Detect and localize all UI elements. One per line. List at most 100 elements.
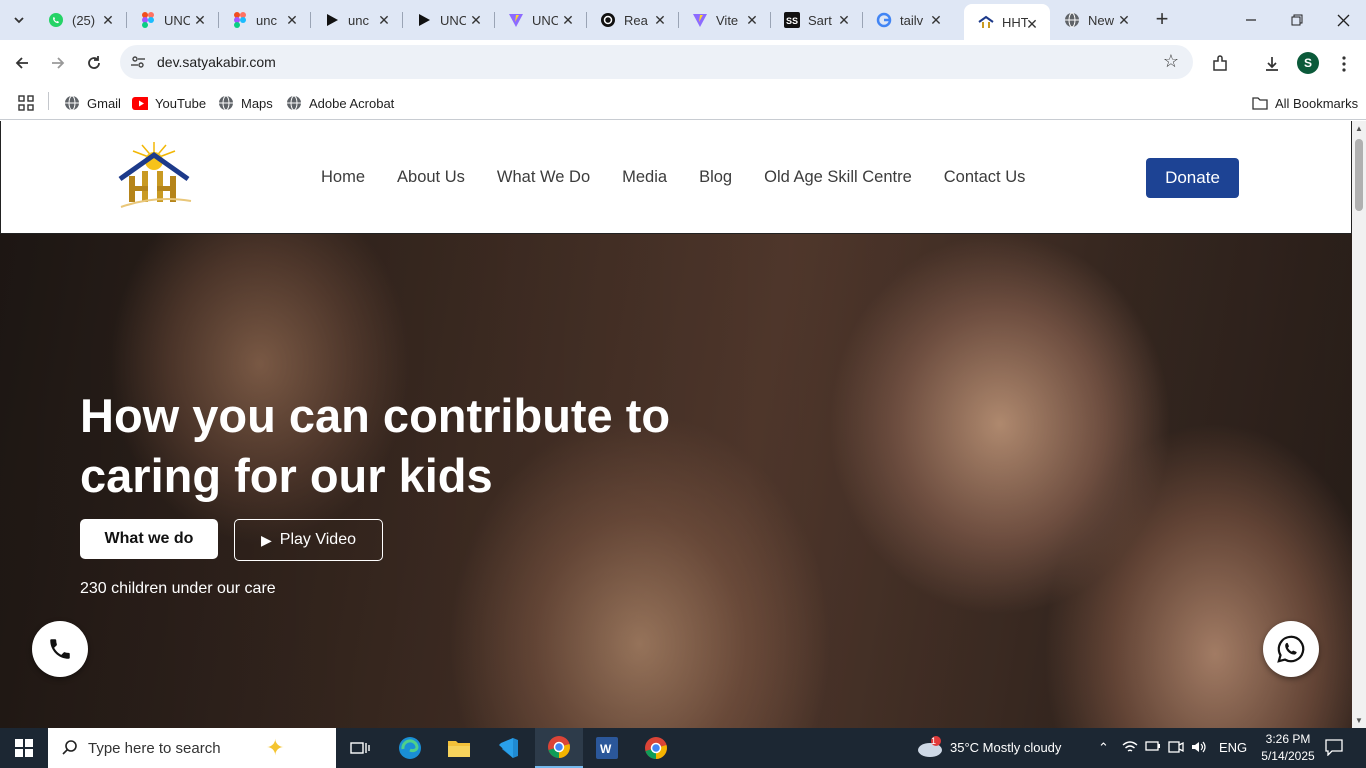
taskbar-file-explorer[interactable] xyxy=(435,728,483,768)
nav-contact-us[interactable]: Contact Us xyxy=(944,168,1026,187)
minimize-button[interactable] xyxy=(1228,0,1274,40)
windows-logo-icon xyxy=(15,739,33,757)
bookmark-label: Adobe Acrobat xyxy=(309,95,395,111)
extensions-icon[interactable] xyxy=(1208,52,1232,76)
battery-icon[interactable] xyxy=(1145,740,1161,755)
chrome-icon xyxy=(548,736,570,758)
all-bookmarks-button[interactable]: All Bookmarks xyxy=(1252,92,1358,114)
tab-close-icon[interactable]: ✕ xyxy=(192,12,208,28)
bookmark-item[interactable]: Adobe Acrobat xyxy=(286,92,394,114)
back-button[interactable] xyxy=(8,50,36,76)
notifications-icon[interactable] xyxy=(1325,738,1343,759)
reload-icon xyxy=(88,56,100,69)
reload-button[interactable] xyxy=(80,50,108,76)
bookmark-item[interactable]: Gmail xyxy=(64,92,121,114)
what-we-do-button[interactable]: What we do xyxy=(80,519,218,559)
download-icon[interactable] xyxy=(1260,52,1284,76)
taskbar-chrome-active[interactable] xyxy=(535,728,583,768)
browser-tab[interactable]: New ✕ xyxy=(1050,0,1142,40)
tab-strip: (25) ✕ UNC ✕ unc ✕ unc ✕ UNC ✕ UNC ✕ Rea ✕ Vite ✕ SS Sart… xyxy=(0,0,1366,40)
tab-close-icon[interactable]: ✕ xyxy=(560,12,576,28)
browser-tab[interactable]: unc ✕ xyxy=(218,0,310,40)
play-video-button[interactable]: ▶ Play Video xyxy=(234,519,383,561)
tab-close-icon[interactable]: ✕ xyxy=(652,12,668,28)
tab-search-button[interactable] xyxy=(6,8,32,32)
address-bar[interactable]: dev.satyakabir.com ☆ xyxy=(120,45,1193,79)
svg-text:SS: SS xyxy=(786,16,798,26)
restore-button[interactable] xyxy=(1274,0,1320,40)
tab-close-icon[interactable]: ✕ xyxy=(284,12,300,28)
globe-icon xyxy=(64,95,80,111)
chevron-down-icon xyxy=(14,17,24,24)
bookmark-star-icon[interactable]: ☆ xyxy=(1163,51,1179,72)
scroll-up-icon[interactable]: ▲ xyxy=(1355,124,1363,133)
menu-kebab-icon[interactable] xyxy=(1332,52,1356,76)
scroll-down-icon[interactable]: ▼ xyxy=(1355,716,1363,725)
volume-icon[interactable] xyxy=(1191,740,1207,757)
browser-tab[interactable]: UNC ✕ xyxy=(126,0,218,40)
forward-button[interactable] xyxy=(44,50,72,76)
tab-close-icon[interactable]: ✕ xyxy=(744,12,760,28)
taskbar-search[interactable]: Type here to search ✦ xyxy=(48,728,336,768)
bookmark-item[interactable]: Maps xyxy=(218,92,273,114)
nav-home[interactable]: Home xyxy=(321,168,365,187)
close-window-button[interactable] xyxy=(1320,0,1366,40)
tab-close-icon[interactable]: ✕ xyxy=(836,12,852,28)
tray-chevron-up-icon[interactable]: ⌃ xyxy=(1098,740,1109,756)
tab-close-icon[interactable]: ✕ xyxy=(100,12,116,28)
browser-tab[interactable]: UNC ✕ xyxy=(494,0,586,40)
nav-what-we-do[interactable]: What We Do xyxy=(497,168,590,187)
new-tab-button[interactable]: + xyxy=(1150,8,1174,32)
tab-close-icon[interactable]: ✕ xyxy=(1116,12,1132,28)
tab-title: Vite xyxy=(716,12,739,28)
taskbar-word[interactable]: W xyxy=(583,728,631,768)
tab-title: UNC xyxy=(532,12,558,28)
nav-media[interactable]: Media xyxy=(622,168,667,187)
nav-about-us[interactable]: About Us xyxy=(397,168,465,187)
taskbar-chrome-2[interactable] xyxy=(632,728,680,768)
tab-close-icon[interactable]: ✕ xyxy=(928,12,944,28)
language-indicator[interactable]: ENG xyxy=(1219,740,1247,755)
profile-avatar[interactable]: S xyxy=(1297,52,1319,74)
taskbar-vscode[interactable] xyxy=(484,728,532,768)
browser-tab[interactable]: HHT ✕ xyxy=(964,4,1050,40)
site-info-icon[interactable] xyxy=(130,54,146,70)
tab-close-icon[interactable]: ✕ xyxy=(376,12,392,28)
weather-text[interactable]: 35°C Mostly cloudy xyxy=(950,740,1061,755)
browser-tab[interactable]: Rea ✕ xyxy=(586,0,678,40)
call-button[interactable] xyxy=(32,621,88,677)
site-header: Home About Us What We Do Media Blog Old … xyxy=(0,121,1352,234)
bookmarks-divider xyxy=(48,92,49,110)
site-logo[interactable] xyxy=(115,139,193,211)
nav-old-age-skill-centre[interactable]: Old Age Skill Centre xyxy=(764,168,912,187)
page-scrollbar[interactable]: ▲ ▼ xyxy=(1352,121,1366,728)
page-viewport: How you can contribute to caring for our… xyxy=(0,121,1352,728)
bookmark-item[interactable]: YouTube xyxy=(132,92,206,114)
apps-grid-icon[interactable] xyxy=(18,92,34,114)
browser-tab[interactable]: SS Sart ✕ xyxy=(770,0,862,40)
donate-button[interactable]: Donate xyxy=(1146,158,1239,198)
weather-icon[interactable] xyxy=(916,736,944,761)
bookmark-label: Gmail xyxy=(87,95,121,111)
start-button[interactable] xyxy=(0,728,48,768)
system-clock[interactable]: 3:26 PM 5/14/2025 xyxy=(1257,731,1319,765)
browser-tab[interactable]: Vite ✕ xyxy=(678,0,770,40)
url-text[interactable]: dev.satyakabir.com xyxy=(157,54,276,70)
browser-tab[interactable]: unc ✕ xyxy=(310,0,402,40)
tab-close-icon[interactable]: ✕ xyxy=(468,12,484,28)
tab-title: Rea xyxy=(624,12,648,28)
browser-tab[interactable]: (25) ✕ xyxy=(34,0,126,40)
folder-icon xyxy=(448,741,470,757)
taskbar-edge[interactable] xyxy=(386,728,434,768)
whatsapp-button[interactable] xyxy=(1263,621,1319,677)
task-view-button[interactable] xyxy=(336,728,384,768)
meet-now-icon[interactable] xyxy=(1168,740,1184,757)
wifi-icon[interactable] xyxy=(1122,740,1138,757)
tab-close-icon[interactable]: ✕ xyxy=(1024,16,1040,32)
folder-icon xyxy=(1252,95,1268,111)
scroll-thumb[interactable] xyxy=(1355,139,1363,211)
browser-tab[interactable]: tailv ✕ xyxy=(862,0,954,40)
nav-blog[interactable]: Blog xyxy=(699,168,732,187)
browser-tab[interactable]: UNC ✕ xyxy=(402,0,494,40)
google-icon xyxy=(876,12,892,28)
